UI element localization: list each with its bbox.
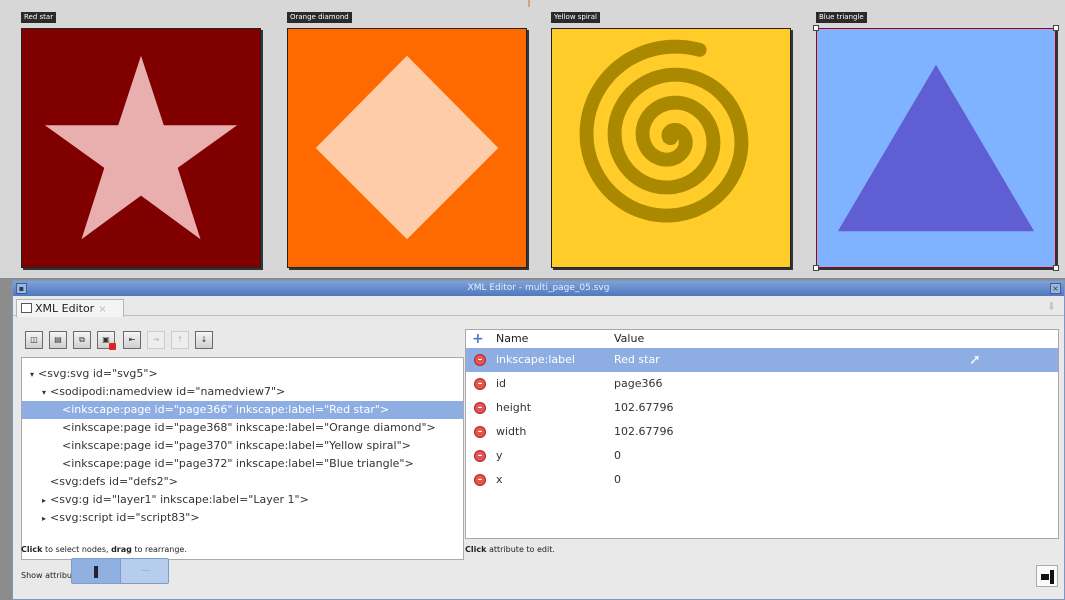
page-orange-diamond[interactable] [287,28,527,268]
attribute-list: – inkscape:label Red star ➚ – id page366– heigh… [466,348,1058,492]
tree-node[interactable]: <inkscape:page id="page366" inkscape:lab… [22,401,463,419]
attribute-row[interactable]: – inkscape:label Red star ➚ [466,348,1058,372]
window-title: XML Editor - multi_page_05.svg [467,283,610,293]
delete-attribute-icon[interactable]: – [474,474,486,486]
tree-node[interactable]: ▸ <svg:script id="script83"> [22,509,463,527]
add-attribute-icon[interactable]: + [472,330,484,348]
column-header-name: Name [496,332,529,345]
page-label-blue-triangle[interactable]: Blue triangle [816,12,867,23]
new-text-icon[interactable]: ▤ [49,331,67,349]
attribute-name: id [496,377,507,390]
tree-node[interactable]: ▾ <svg:svg id="svg5"> [22,365,463,383]
attribute-value[interactable]: 0 [614,468,621,492]
resize-handle-bottom-right[interactable] [1053,265,1059,271]
attribute-value[interactable]: 0 [614,444,621,468]
page-label-yellow-spiral[interactable]: Yellow spiral [551,12,600,23]
expand-toggle-icon[interactable]: ▸ [38,492,50,510]
tree-node-label: <svg:script id="script83"> [50,511,200,524]
tree-node-label: <inkscape:page id="page366" inkscape:lab… [62,403,390,416]
unindent-icon[interactable]: ⇤ [123,331,141,349]
tree-node-label: <svg:svg id="svg5"> [38,367,158,380]
tree-node[interactable]: ▾ <sodipodi:namedview id="namedview7"> [22,383,463,401]
lower-icon[interactable]: ↓ [195,331,213,349]
resize-handle-bottom-left[interactable] [813,265,819,271]
attribute-hint: Click attribute to edit. [465,545,555,554]
attribute-value[interactable]: page366 [614,372,662,396]
attribute-name: width [496,425,527,438]
attribute-value[interactable]: 102.67796 [614,396,674,420]
attribute-row[interactable]: – y 0 [466,444,1058,468]
canvas-area[interactable]: | Red star Orange diamond Yellow spiral … [0,0,1065,278]
spiral-shape [579,39,749,223]
indent-icon[interactable]: ⇥ [147,331,165,349]
page-yellow-spiral[interactable] [551,28,791,268]
delete-attribute-icon[interactable]: – [474,378,486,390]
xml-editor-panel: ▪ XML Editor - multi_page_05.svg × XML E… [12,280,1065,600]
attribute-header: + Name Value [466,330,1058,348]
tree-node[interactable]: ▸ <svg:g id="layer1" inkscape:label="Laye… [22,491,463,509]
node-hint: Click to select nodes, drag to rearrange… [21,545,187,554]
tab-label: XML Editor [35,302,95,315]
tab-close-icon[interactable]: × [98,304,106,315]
raise-icon[interactable]: ↑ [171,331,189,349]
tree-node-label: <inkscape:page id="page372" inkscape:lab… [62,457,414,470]
xml-editor-icon [21,303,32,313]
delete-node-icon[interactable]: ▣ [97,331,116,350]
attribute-row[interactable]: – height 102.67796 [466,396,1058,420]
tree-node-label: <inkscape:page id="page368" inkscape:lab… [62,421,436,434]
attribute-value[interactable]: Red star [614,348,660,372]
attribute-name: x [496,473,503,486]
node-toolbar: ◫ ▤ ⧉ ▣ ⇤ ⇥ ↑ ↓ [21,325,464,355]
resize-handle-top-left[interactable] [813,25,819,31]
attribute-value[interactable]: 102.67796 [614,420,674,444]
tree-node-label: <inkscape:page id="page370" inkscape:lab… [62,439,411,452]
window-menu-icon[interactable]: ▪ [16,283,27,294]
tab-bar: XML Editor × ⬇ [13,296,1064,317]
new-element-icon[interactable]: ◫ [25,331,43,349]
tree-node[interactable]: <svg:defs id="defs2"> [22,473,463,491]
attribute-row[interactable]: – width 102.67796 [466,420,1058,444]
mouse-cursor-icon: ➚ [969,352,981,368]
show-attributes-off[interactable]: — [122,559,169,583]
attribute-name: y [496,449,503,462]
window-close-icon[interactable]: × [1050,283,1061,294]
star-shape [44,55,238,240]
tree-node-label: <svg:g id="layer1" inkscape:label="Layer… [50,493,309,506]
tree-node-label: <svg:defs id="defs2"> [50,475,178,488]
tree-node[interactable]: <inkscape:page id="page370" inkscape:lab… [22,437,463,455]
page-label-orange-diamond[interactable]: Orange diamond [287,12,352,23]
attribute-name: height [496,401,532,414]
canvas-center-marker: | [527,0,531,8]
show-attributes-on[interactable]: ❚ [72,559,121,583]
triangle-shape [837,64,1035,232]
layout-toggle-icon[interactable] [1036,565,1058,587]
page-label-red-star[interactable]: Red star [21,12,57,23]
node-pane: ◫ ▤ ⧉ ▣ ⇤ ⇥ ↑ ↓ ▾ <svg:svg id="svg5"> ▾ <sodipodi:… [21,325,464,560]
tree-node-label: <sodipodi:namedview id="namedview7"> [50,385,286,398]
column-header-value: Value [614,332,645,345]
page-blue-triangle[interactable] [816,28,1056,268]
tab-xml-editor[interactable]: XML Editor × [16,299,124,317]
expand-toggle-icon[interactable]: ▾ [38,384,50,402]
diamond-shape [315,55,499,240]
attribute-name: inkscape:label [496,353,575,366]
duplicate-icon[interactable]: ⧉ [73,331,91,349]
tree-node[interactable]: <inkscape:page id="page372" inkscape:lab… [22,455,463,473]
expand-toggle-icon[interactable]: ▸ [38,510,50,528]
attribute-row[interactable]: – x 0 [466,468,1058,492]
attribute-row[interactable]: – id page366 [466,372,1058,396]
delete-attribute-icon[interactable]: – [474,402,486,414]
expand-toggle-icon[interactable]: ▾ [26,366,38,384]
show-attributes-toggle[interactable]: ❚ — [71,558,169,584]
dock-panel-icon[interactable]: ⬇ [1047,300,1056,313]
attribute-pane: + Name Value – inkscape:label Red star ➚ – id… [465,329,1059,539]
panel-titlebar[interactable]: ▪ XML Editor - multi_page_05.svg × [13,281,1064,296]
delete-attribute-icon[interactable]: – [474,426,486,438]
page-red-star[interactable] [21,28,261,268]
node-tree[interactable]: ▾ <svg:svg id="svg5"> ▾ <sodipodi:namedview… [21,357,464,560]
resize-handle-top-right[interactable] [1053,25,1059,31]
delete-attribute-icon[interactable]: – [474,450,486,462]
delete-attribute-icon[interactable]: – [474,354,486,366]
tree-node[interactable]: <inkscape:page id="page368" inkscape:lab… [22,419,463,437]
